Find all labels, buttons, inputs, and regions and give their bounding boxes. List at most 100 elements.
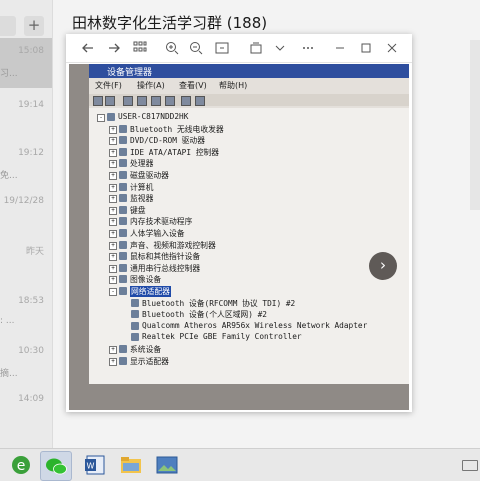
chat-list-item[interactable]: 19/12/28 [0, 188, 52, 238]
menu-item: 操作(A) [137, 81, 165, 90]
tree-expander-icon: + [109, 125, 117, 134]
fit-screen-icon [215, 42, 229, 54]
tree-node-label: Bluetooth 设备(个人区域网) #2 [142, 310, 267, 320]
forward-icon [105, 96, 115, 106]
chat-list-item[interactable]: 19:12 免... [0, 140, 52, 190]
arrow-left-icon [82, 43, 93, 53]
devices-icon [165, 96, 175, 106]
device-icon [119, 263, 127, 272]
tree-node-label: 处理器 [130, 159, 154, 169]
tree-node-label: Bluetooth 设备(RFCOMM 协议 TDI) #2 [142, 298, 296, 308]
chat-time: 14:09 [18, 394, 44, 404]
back-button[interactable] [78, 38, 98, 58]
device-icon [119, 136, 127, 145]
tree-expander-icon: + [109, 346, 117, 354]
tree-node-label: 人体学输入设备 [130, 229, 185, 238]
svg-text:e: e [17, 458, 26, 474]
chat-list-item[interactable]: 18:53: ... [0, 288, 52, 338]
tree-expander-icon: + [109, 137, 117, 146]
tree-expander-icon: + [109, 148, 117, 157]
tree-expander-icon: + [109, 276, 117, 285]
chat-list-item[interactable]: 昨天 [0, 236, 52, 286]
tree-expander-icon: - [109, 288, 117, 296]
chat-info-panel-edge [470, 40, 480, 210]
internet-explorer-icon: e [12, 456, 30, 474]
chat-preview: 习... [0, 69, 18, 79]
chevron-right-icon: › [380, 256, 386, 274]
taskbar-ie[interactable]: e [6, 451, 36, 479]
device-icon [119, 159, 127, 168]
tree-node-label: 声音、视频和游戏控制器 [130, 240, 216, 250]
forward-button[interactable] [104, 38, 124, 58]
device-icon [119, 356, 127, 365]
close-button[interactable] [382, 38, 402, 58]
viewer-toolbar [66, 34, 412, 63]
tree-expander-icon: + [109, 230, 117, 238]
device-icon [119, 171, 127, 179]
chevron-down-icon [275, 45, 285, 51]
more-button[interactable] [298, 38, 318, 58]
chat-list: + 15:08 习... 19:14 19:12 免... 19/12/28 昨天 18:53… [0, 0, 53, 448]
rotate-button[interactable] [246, 38, 266, 58]
zoom-in-icon [166, 42, 179, 55]
taskbar-explorer[interactable] [116, 451, 146, 479]
menu-item: 查看(V) [179, 81, 207, 90]
chat-preview: 摘... [0, 369, 18, 379]
chat-list-item[interactable]: 10:30 摘... [0, 338, 52, 388]
taskbar-word[interactable]: W [80, 451, 110, 479]
taskbar-photo-viewer[interactable] [152, 451, 182, 479]
tree-expander-icon: + [109, 172, 117, 180]
minimize-icon [336, 47, 344, 49]
help-icon [137, 96, 147, 106]
image-viewer-window: 设备管理器 文件(F) 操作(A) 查看(V) 帮助(H) - USER-C817NDD… [66, 34, 412, 412]
device-icon [119, 345, 127, 353]
photo-viewer-icon [156, 456, 178, 474]
photo-content: 设备管理器 文件(F) 操作(A) 查看(V) 帮助(H) - USER-C817NDD… [69, 64, 409, 410]
folder-icon [121, 457, 141, 473]
search-input[interactable] [0, 16, 16, 36]
wechat-icon [46, 458, 67, 475]
minimize-button[interactable] [330, 38, 350, 58]
next-image-button[interactable]: › [369, 252, 397, 280]
tree-expander-icon: + [109, 218, 117, 227]
device-icon [119, 124, 127, 133]
device-icon [107, 113, 115, 121]
tree-node-label: 通用串行总线控制器 [130, 263, 201, 273]
tree-node-label: 内存技术驱动程序 [130, 217, 193, 227]
zoom-in-button[interactable] [162, 38, 182, 58]
tree-node-label: Realtek PCIe GBE Family Controller [142, 332, 302, 342]
fit-screen-button[interactable] [212, 38, 232, 58]
tree-node-label: 磁盘驱动器 [130, 171, 169, 180]
zoom-out-icon [190, 42, 203, 55]
rotate-icon [250, 42, 262, 54]
add-chat-button[interactable]: + [24, 16, 44, 36]
device-icon [119, 275, 127, 284]
tree-node-label: 显示适配器 [130, 356, 169, 366]
tree-node-label: USER-C817NDD2HK [118, 112, 189, 121]
maximize-button[interactable] [356, 38, 376, 58]
chat-time: 19:12 [18, 148, 44, 158]
chat-list-item[interactable]: 15:08 习... [0, 38, 52, 88]
tree-node-label: Bluetooth 无线电收发器 [130, 124, 224, 134]
grid-button[interactable] [130, 38, 150, 58]
keyboard-icon[interactable] [462, 460, 478, 471]
tree-node-label: 系统设备 [130, 345, 162, 354]
tree-node-label: DVD/CD-ROM 驱动器 [130, 136, 206, 146]
dropdown-button[interactable] [270, 38, 290, 58]
chat-time: 15:08 [18, 46, 44, 56]
word-icon: W [85, 455, 105, 475]
tree-node-label: Qualcomm Atheros AR956x Wireless Network… [142, 320, 368, 330]
tree-node-label: IDE ATA/ATAPI 控制器 [130, 147, 220, 157]
chat-title: 田林数字化生活学习群 (188) [72, 14, 268, 32]
tree-expander-icon: + [109, 160, 117, 169]
device-icon [131, 310, 139, 319]
chat-list-item[interactable]: 19:14 [0, 92, 52, 142]
scan-icon [151, 96, 161, 106]
device-icon [131, 321, 139, 330]
device-icon [119, 147, 127, 156]
taskbar-wechat[interactable] [40, 451, 72, 481]
zoom-out-button[interactable] [186, 38, 206, 58]
chat-list-item[interactable]: 14:09 [0, 386, 52, 436]
chat-preview: : ... [0, 316, 15, 326]
device-manager-titlebar: 设备管理器 [89, 64, 409, 78]
